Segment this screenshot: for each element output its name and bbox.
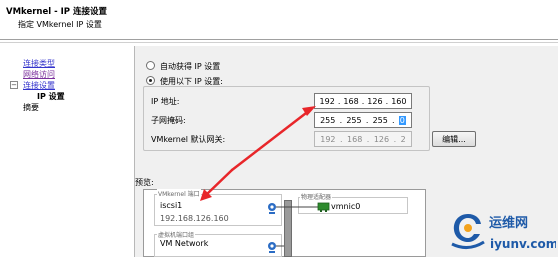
site-watermark: 运维网 iyunv.com bbox=[448, 208, 558, 256]
watermark-brand: 运维网 bbox=[489, 215, 528, 231]
vmkernel-network-icon bbox=[268, 203, 276, 214]
nic-icon bbox=[317, 202, 330, 212]
annotation-arrow-preview bbox=[200, 168, 234, 201]
annotation-arrow-mask bbox=[230, 106, 316, 172]
watermark-logo-icon: 运维网 iyunv.com bbox=[451, 214, 558, 251]
vm-network-icon bbox=[268, 242, 276, 253]
watermark-url: iyunv.com bbox=[490, 237, 556, 251]
